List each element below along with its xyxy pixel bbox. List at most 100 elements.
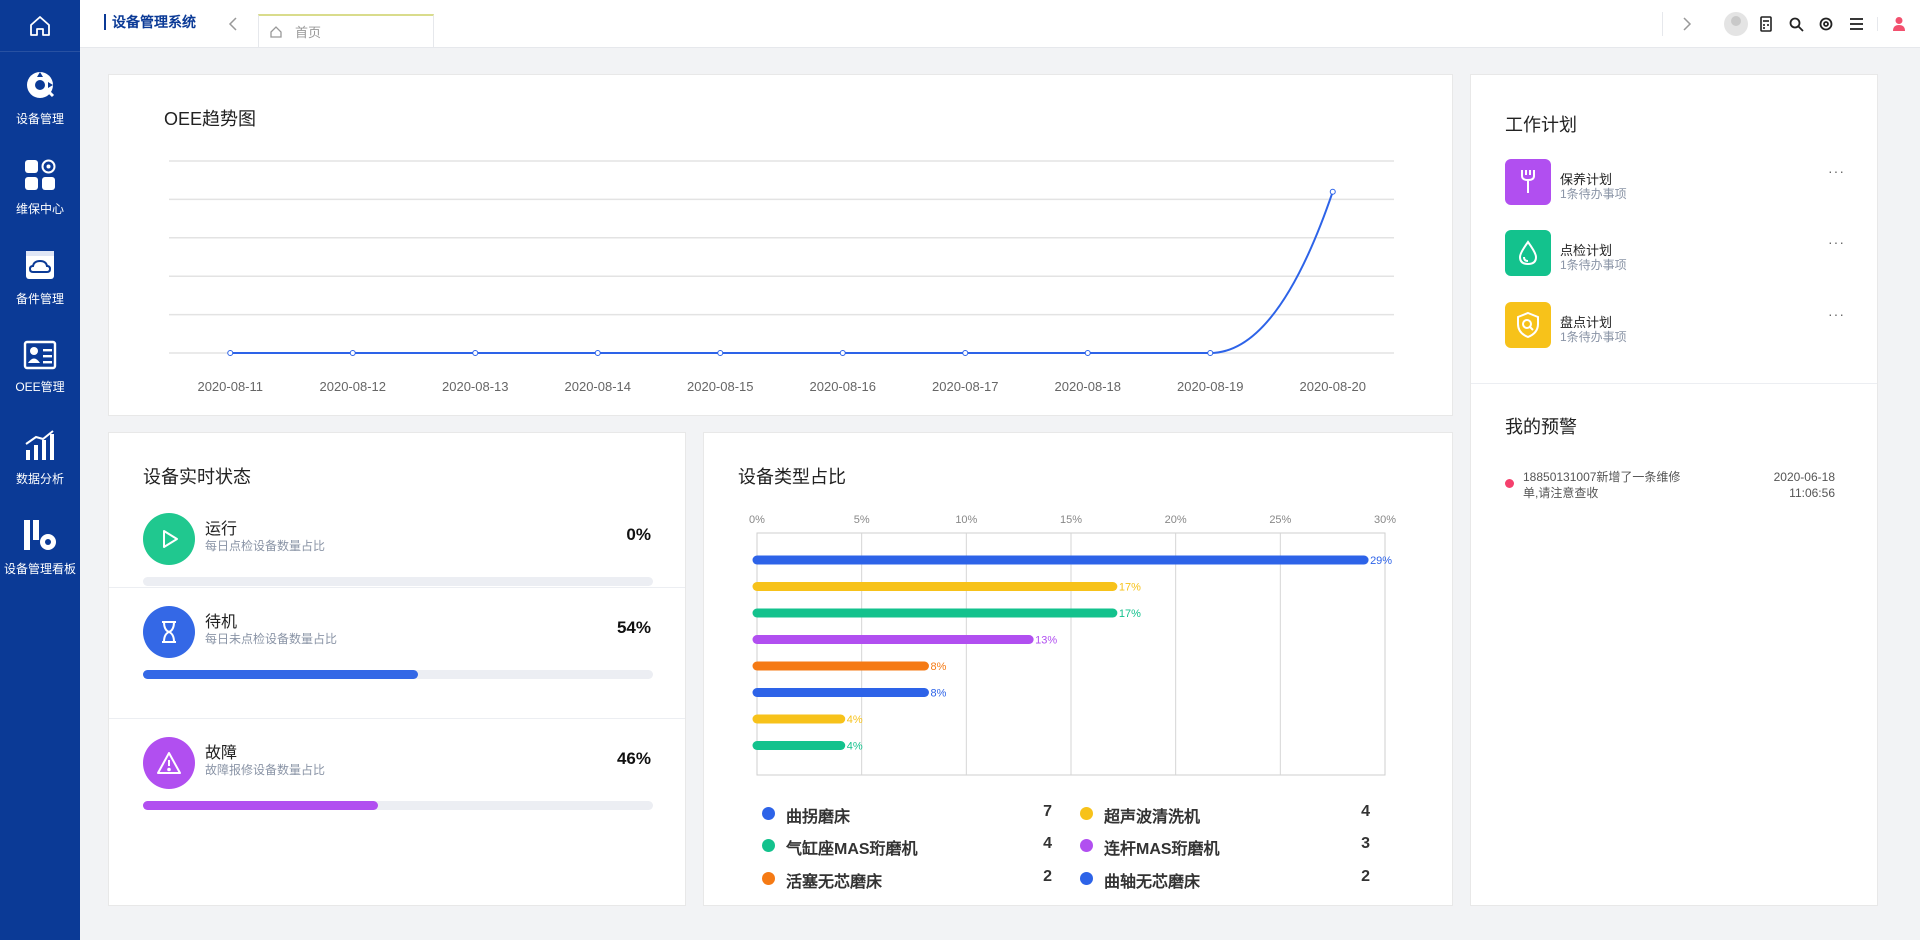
x-tick-label: 0% [749,514,765,526]
warning-date: 2020-06-18 [1773,470,1835,484]
status-subtitle: 故障报修设备数量占比 [205,763,326,777]
x-tick-label: 30% [1374,514,1396,526]
menu-icon [1849,18,1863,30]
top-right-tools [1654,0,1920,48]
sidebar-item-label: 维保中心 [15,201,64,216]
status-name: 运行 [205,521,238,538]
sidebar-item-analytics[interactable]: 数据分析 [0,412,80,502]
hourglass-icon [162,621,176,643]
menu-button[interactable] [1841,0,1871,48]
status-subtitle: 每日点检设备数量占比 [205,539,326,553]
x-tick-label: 2020-08-17 [932,379,999,394]
oee-trend-card: OEE趋势图 2020-08-11 2020-08-12 2020-08-13 202… [108,74,1453,416]
sidebar-item-equipment[interactable]: 设备管理 [0,52,80,142]
settings-button[interactable] [1811,0,1841,48]
legend-item: 超声波清洗机 4 [1080,801,1370,826]
plan-subtitle: 1条待办事项 [1560,330,1627,344]
more-button[interactable]: ··· [1828,234,1845,250]
cloud-box-icon [26,250,54,279]
more-button[interactable]: ··· [1828,163,1845,179]
x-tick-label: 5% [854,514,870,526]
bar-data-label: 4% [847,741,863,753]
legend-item: 曲拐磨床 7 [762,801,1052,826]
tabs-prev-button[interactable] [226,16,242,32]
warning-timestamp: 2020-06-18 11:06:56 [1774,469,1835,501]
oee-line-chart: 2020-08-11 2020-08-12 2020-08-13 2020-08-14… [169,160,1394,394]
avatar-button[interactable] [1721,0,1751,48]
plan-item-maintenance[interactable]: 保养计划 1条待办事项 ··· [1505,159,1845,207]
tab-home[interactable]: 首页 [258,14,434,48]
x-tick-label: 10% [955,514,977,526]
sidebar-item-dashboard[interactable]: 设备管理看板 [0,502,80,592]
plan-icon-bg [1505,230,1551,276]
oee-point [227,350,234,356]
plan-item-inspection[interactable]: 点检计划 1条待办事项 ··· [1505,230,1845,278]
plan-subtitle: 1条待办事项 [1560,187,1627,201]
legend-name: 曲轴无芯磨床 [1104,874,1201,891]
avatar [1724,12,1748,36]
sidebar-item-label: 设备管理看板 [3,561,76,576]
id-card-icon [23,340,57,369]
settings-icon [1819,17,1833,31]
chevron-left-icon [228,17,237,31]
shield-search-icon [1517,311,1539,339]
status-percent: 0% [626,525,651,544]
bar-data-label: 13% [1035,635,1057,647]
work-plan-title: 工作计划 [1505,115,1577,135]
user-icon [1893,17,1905,31]
legend-value: 4 [1361,803,1370,820]
legend-item: 活塞无芯磨床 2 [762,866,1052,891]
legend-dot [1080,807,1093,820]
bar-data-label: 29% [1370,555,1392,567]
oee-point [594,350,601,356]
sidebar-item-label: 备件管理 [15,291,64,306]
status-icon-bg [143,513,195,565]
search-button[interactable] [1781,0,1811,48]
x-tick-label: 25% [1269,514,1291,526]
bar-data-label: 8% [930,688,946,700]
droplet-icon [1518,240,1538,266]
sidebar-item-label: 数据分析 [15,471,64,486]
legend-name: 超声波清洗机 [1104,809,1201,826]
work-plan-card: 工作计划 保养计划 1条待办事项 ··· 点检计划 1条待办事项 ··· 盘点计… [1470,74,1878,906]
sidebar-item-spare-parts[interactable]: 备件管理 [0,232,80,322]
legend-dot [1080,872,1093,885]
device-status-card: 设备实时状态 运行 每日点检设备数量占比 0% 待机 每日未点检设备数量占比 5… [108,432,686,906]
calculator-button[interactable] [1751,0,1781,48]
legend-dot [762,807,775,820]
oee-point [1329,188,1336,195]
sidebar-home[interactable] [0,0,80,52]
x-tick-label: 2020-08-20 [1300,379,1367,394]
chevron-right-icon [1683,17,1692,31]
more-button[interactable]: ··· [1828,306,1845,322]
plan-item-inventory[interactable]: 盘点计划 1条待办事项 ··· [1505,302,1845,350]
legend-value: 2 [1043,868,1052,885]
plan-icon-bg [1505,159,1551,205]
oee-point [1084,350,1091,356]
oee-point [472,350,479,356]
warning-item[interactable]: 18850131007新增了一条维修单,请注意查收 2020-06-18 11:… [1505,469,1835,503]
user-button[interactable] [1884,0,1914,48]
tabs-next-button[interactable] [1671,0,1701,48]
x-tick-label: 20% [1165,514,1187,526]
calculator-icon [1760,16,1772,32]
legend-value: 4 [1043,835,1052,852]
legend-item: 曲轴无芯磨床 2 [1080,866,1370,891]
warning-dot [1505,479,1514,488]
x-tick-label: 2020-08-14 [565,379,632,394]
sidebar-item-oee[interactable]: OEE管理 [0,322,80,412]
sidebar-item-maintenance[interactable]: 维保中心 [0,142,80,232]
plan-icon-bg [1505,302,1551,348]
status-row-fault: 故障 故障报修设备数量占比 46% [109,719,685,850]
tab-home-label: 首页 [295,25,322,40]
status-progress-track [143,670,653,679]
bar-data-label: 17% [1119,582,1141,594]
oee-point [962,350,969,356]
status-row-standby: 待机 每日未点检设备数量占比 54% [109,588,685,719]
sidebar-item-label: 设备管理 [15,111,64,126]
grid-gear-icon [25,159,56,190]
home-icon [30,15,50,36]
legend-name: 连杆MAS珩磨机 [1104,841,1220,858]
legend-dot [1080,839,1093,852]
bar-data-label: 4% [847,714,863,726]
